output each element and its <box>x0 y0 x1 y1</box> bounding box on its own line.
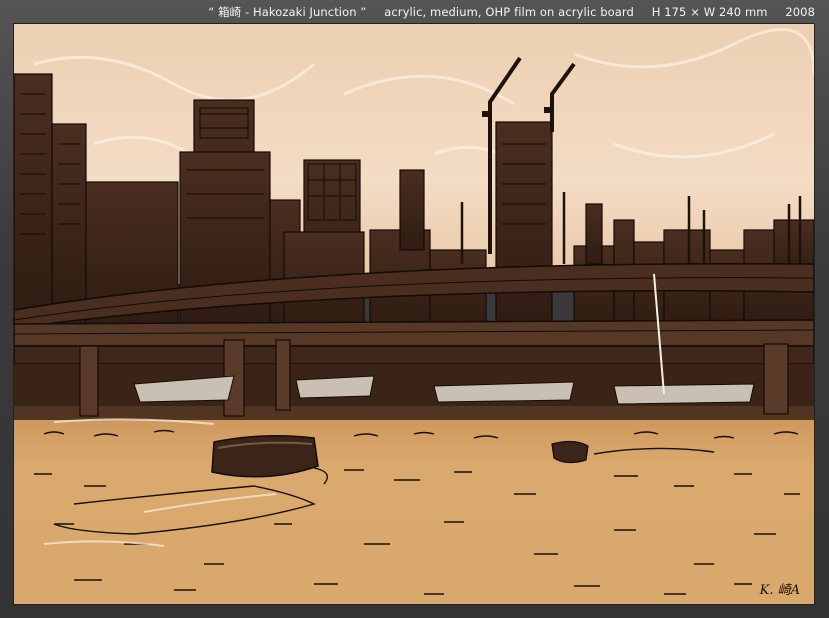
caption-title: “ 箱崎 - Hakozaki Junction ” <box>208 5 367 19</box>
caption-medium: acrylic, medium, OHP film on acrylic boa… <box>384 5 634 19</box>
artist-signature: K. 崎A <box>759 583 800 598</box>
viewer-frame: “ 箱崎 - Hakozaki Junction ” acrylic, medi… <box>0 0 829 618</box>
painting-image: K. 崎A <box>14 24 814 604</box>
water-shadow <box>14 404 814 420</box>
caption-year: 2008 <box>785 5 815 19</box>
image-caption: “ 箱崎 - Hakozaki Junction ” acrylic, medi… <box>208 4 815 20</box>
caption-size: H 175 × W 240 mm <box>651 5 768 19</box>
painting-svg <box>14 24 814 604</box>
